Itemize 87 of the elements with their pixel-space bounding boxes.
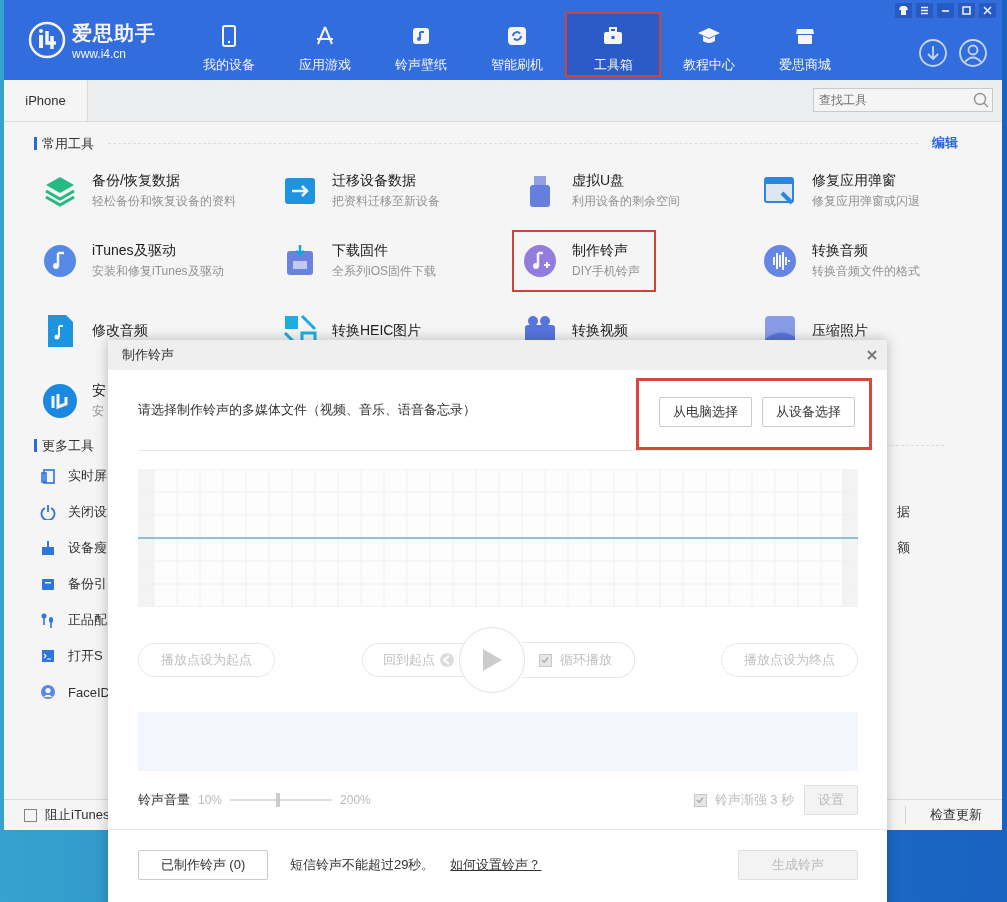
tool-description: 安装和修复iTunes及驱动: [92, 263, 224, 280]
screen-icon[interactable]: [40, 468, 56, 484]
section-title: 更多工具: [34, 438, 94, 452]
prompt-text: 请选择制作铃声的多媒体文件（视频、音乐、语音备忘录）: [138, 401, 476, 419]
check-icon: [695, 795, 706, 805]
loop-label: 循环播放: [559, 651, 612, 669]
tool-description: 利用设备的剩余空间: [572, 193, 680, 210]
close-icon[interactable]: [867, 350, 877, 360]
volume-min: 10%: [198, 793, 223, 807]
check-icon: [540, 655, 550, 665]
nav-tab[interactable]: 教程中心: [661, 12, 757, 77]
sound-wave-icon[interactable]: [762, 243, 798, 279]
skin-icon[interactable]: [895, 3, 912, 18]
slider-thumb[interactable]: [275, 793, 280, 807]
help-link[interactable]: 如何设置铃声？: [450, 856, 542, 874]
tool-title[interactable]: 安: [92, 382, 106, 400]
terminal-icon[interactable]: [40, 648, 56, 664]
download-icon[interactable]: [918, 38, 948, 68]
search-icon[interactable]: [971, 90, 991, 110]
nav-tab[interactable]: 智能刷机: [469, 12, 565, 77]
search-field[interactable]: 查找工具: [813, 88, 993, 112]
tool-label[interactable]: FaceID: [68, 684, 110, 700]
tool-description: 安: [92, 403, 105, 420]
refresh-icon: [505, 24, 529, 48]
tool-label[interactable]: 据: [897, 503, 910, 521]
tool-title[interactable]: 转换视频: [572, 322, 628, 340]
update-link[interactable]: 检查更新: [930, 806, 982, 824]
tool-label[interactable]: 设备瘦: [68, 539, 107, 557]
tool-description: 全系列iOS固件下载: [332, 263, 436, 280]
tool-label[interactable]: 正品配: [68, 611, 107, 629]
tool-description: DIY手机铃声: [572, 263, 640, 280]
maximize-icon[interactable]: [958, 3, 975, 18]
tool-title[interactable]: 压缩照片: [812, 322, 868, 340]
music-note-icon[interactable]: [522, 243, 558, 279]
volume-max: 200%: [340, 793, 371, 807]
dialog-title: 制作铃声: [122, 346, 174, 364]
source-button[interactable]: 从电脑选择: [659, 397, 752, 427]
tool-title[interactable]: 转换音频: [812, 242, 920, 260]
nav-tab[interactable]: 铃声壁纸: [373, 12, 469, 77]
tool-title[interactable]: 下载固件: [332, 242, 436, 260]
tool-title[interactable]: 修复应用弹窗: [812, 172, 920, 190]
tool-title[interactable]: 转换HEIC图片: [332, 322, 422, 340]
device-tab[interactable]: iPhone: [4, 80, 88, 121]
tool-description: 轻松备份和恢复设备的资料: [92, 193, 236, 210]
tool-title[interactable]: 备份/恢复数据: [92, 172, 236, 190]
earphones-icon[interactable]: [40, 612, 56, 628]
checkbox[interactable]: [24, 808, 37, 822]
tool-label[interactable]: 实时屏: [68, 467, 107, 485]
tool-label[interactable]: 关闭设: [68, 503, 107, 521]
rewind-icon: [438, 652, 455, 668]
power-icon[interactable]: [40, 504, 56, 520]
tool-label[interactable]: 打开S: [68, 647, 103, 665]
app-url: www.i4.cn: [72, 46, 128, 61]
broom-icon[interactable]: [40, 540, 56, 556]
nav-tab[interactable]: 应用游戏: [277, 12, 373, 77]
minimize-icon[interactable]: [937, 3, 954, 18]
music-note-icon[interactable]: [42, 243, 78, 279]
volume-label: 铃声音量: [138, 791, 190, 809]
fade-label: 铃声渐强 3 秒: [714, 791, 794, 809]
logo-icon: [28, 21, 66, 59]
install-icon[interactable]: [42, 383, 78, 419]
made-ringtones-button[interactable]: 已制作铃声 (0): [138, 850, 268, 880]
menu-icon[interactable]: [916, 3, 933, 18]
tool-label[interactable]: 备份引: [68, 575, 107, 593]
close-icon[interactable]: [979, 3, 996, 18]
app-name: 爱思助手: [72, 20, 156, 46]
nav-tab[interactable]: 爱思商城: [757, 12, 853, 77]
box-icon[interactable]: [40, 576, 56, 592]
tool-description: 转换音频文件的格式: [812, 263, 920, 280]
nav-tab[interactable]: 我的设备: [181, 12, 277, 77]
source-button[interactable]: 从设备选择: [762, 397, 855, 427]
section-title: 常用工具: [34, 136, 94, 150]
tool-title[interactable]: 制作铃声: [572, 242, 640, 260]
tool-title[interactable]: 虚拟U盘: [572, 172, 680, 190]
tool-title[interactable]: 修改音频: [92, 322, 148, 340]
tool-description: 修复应用弹窗或闪退: [812, 193, 920, 210]
duration-note: 短信铃声不能超过29秒。: [290, 856, 435, 874]
tool-label[interactable]: 额: [897, 539, 910, 557]
play-icon: [480, 648, 503, 672]
tool-title[interactable]: iTunes及驱动: [92, 242, 224, 260]
user-icon[interactable]: [40, 684, 56, 700]
nav-tab[interactable]: 工具箱: [565, 12, 661, 77]
tool-description: 把资料迁移至新设备: [332, 193, 440, 210]
tool-title[interactable]: 迁移设备数据: [332, 172, 440, 190]
user-icon[interactable]: [958, 38, 988, 68]
edit-link[interactable]: 编辑: [932, 134, 958, 152]
checkbox-label: 阻止iTunes: [45, 806, 110, 824]
